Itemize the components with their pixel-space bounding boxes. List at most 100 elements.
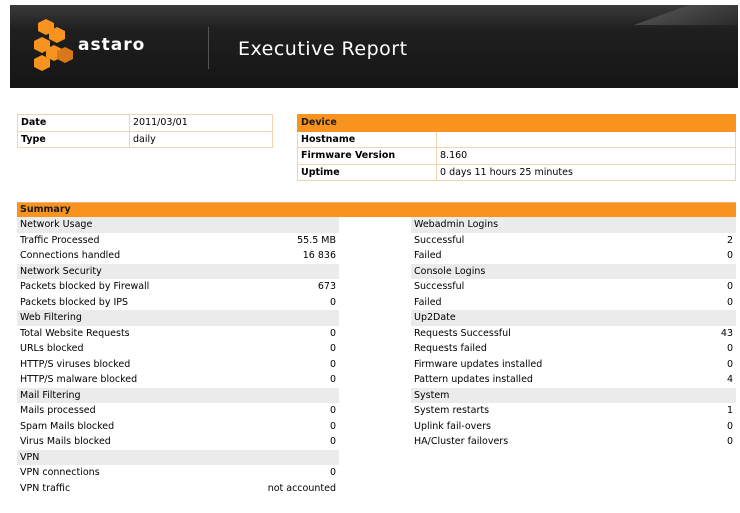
- summary-left-label: VPN connections: [20, 467, 100, 478]
- summary-left-label: Total Website Requests: [20, 327, 130, 339]
- device-label: Hostname: [297, 130, 437, 148]
- summary-heading: Summary: [17, 202, 736, 217]
- summary-row: Network Security Console Logins: [17, 263, 736, 280]
- summary-left-label: Packets blocked by Firewall: [20, 281, 150, 292]
- summary-row: Network Usage Webadmin Logins: [17, 217, 736, 233]
- summary-left-value: 0: [329, 343, 336, 354]
- summary-right-value: 0: [726, 281, 733, 292]
- device-value: 8.160: [436, 147, 736, 165]
- summary-table: Summary Network Usage Webadmin Logins Traf…: [17, 202, 736, 496]
- summary-right-label: [411, 465, 677, 481]
- summary-gap: [339, 248, 411, 264]
- summary-left-value: 0: [329, 358, 336, 370]
- summary-gap: [339, 372, 411, 388]
- summary-left-value: 0: [329, 296, 336, 308]
- summary-gap: [339, 233, 411, 249]
- summary-right-value: 0: [726, 420, 733, 432]
- device-row-hostname: Hostname: [297, 130, 736, 148]
- info-value: daily: [129, 131, 273, 148]
- summary-left-label: Mail Filtering: [17, 387, 223, 403]
- summary-left-value: [223, 217, 339, 233]
- summary-gap: [339, 357, 411, 373]
- summary-row: Mails processed 0 System restarts 1: [17, 403, 736, 419]
- summary-right-value: 0: [726, 296, 733, 308]
- summary-gap: [339, 217, 411, 233]
- page-title: Executive Report: [238, 38, 408, 60]
- summary-left-label: Mails processed: [20, 405, 96, 416]
- summary-right-value: 1: [726, 405, 733, 416]
- summary-right-label: Uplink fail-overs: [414, 420, 491, 432]
- summary-left-label: Web Filtering: [17, 310, 223, 326]
- summary-row: Packets blocked by Firewall 673 Successful…: [17, 279, 736, 295]
- summary-left-value: [223, 449, 339, 465]
- summary-left-value: 0: [329, 327, 336, 339]
- summary-right-label: [411, 481, 677, 497]
- summary-gap: [339, 481, 411, 497]
- summary-left-value: [223, 387, 339, 403]
- header-banner: astaro Executive Report: [10, 5, 738, 88]
- summary-row: VPN: [17, 449, 736, 466]
- summary-gap: [339, 264, 411, 280]
- brand-wordmark: astaro: [78, 35, 146, 55]
- summary-right-label: HA/Cluster failovers: [414, 436, 509, 447]
- summary-left-label: URLs blocked: [20, 343, 84, 354]
- summary-row: HTTP/S viruses blocked 0 Firmware updates …: [17, 357, 736, 373]
- device-header-row: Device: [297, 114, 736, 132]
- summary-right-value: [677, 310, 736, 326]
- info-label: Type: [17, 131, 130, 148]
- summary-left-label: Traffic Processed: [20, 234, 100, 246]
- summary-left-value: 16 836: [302, 250, 336, 261]
- summary-row: Virus Mails blocked 0 HA/Cluster failovers…: [17, 434, 736, 450]
- summary-gap: [339, 279, 411, 295]
- summary-gap: [339, 310, 411, 326]
- device-row-uptime: Uptime 0 days 11 hours 25 minutes: [297, 163, 736, 181]
- summary-left-value: 0: [329, 420, 336, 432]
- summary-right-label: Pattern updates installed: [414, 374, 533, 385]
- summary-row: Total Website Requests 0 Requests Successf…: [17, 326, 736, 342]
- summary-header-row: Summary: [17, 202, 736, 217]
- device-table: Device Hostname Firmware Version 8.160 U…: [297, 114, 736, 181]
- summary-right-value: [677, 465, 736, 481]
- summary-left-label: Virus Mails blocked: [20, 436, 111, 447]
- summary-left-value: 673: [317, 281, 336, 292]
- summary-right-value: 2: [726, 234, 733, 246]
- summary-row: VPN connections 0: [17, 465, 736, 481]
- summary-right-label: [411, 450, 677, 466]
- info-row-type: Type daily: [17, 131, 273, 148]
- summary-right-value: [677, 481, 736, 497]
- summary-right-value: [677, 263, 736, 279]
- summary-right-value: 0: [726, 250, 733, 261]
- summary-left-value: 0: [329, 467, 336, 478]
- summary-left-value: 0: [329, 374, 336, 385]
- summary-left-label: Network Security: [17, 263, 223, 279]
- summary-left-label: HTTP/S viruses blocked: [20, 358, 131, 370]
- summary-gap: [339, 326, 411, 342]
- summary-right-value: 0: [726, 358, 733, 370]
- report-info-table: Date 2011/03/01 Type daily: [17, 114, 273, 148]
- summary-left-value: [223, 310, 339, 326]
- summary-left-label: Packets blocked by IPS: [20, 296, 129, 308]
- summary-right-value: 0: [726, 343, 733, 354]
- summary-left-label: VPN: [17, 449, 223, 465]
- info-value: 2011/03/01: [129, 114, 273, 132]
- summary-gap: [339, 388, 411, 404]
- summary-row: URLs blocked 0 Requests failed 0: [17, 341, 736, 357]
- summary-right-value: 4: [726, 374, 733, 385]
- summary-row: VPN traffic not accounted: [17, 481, 736, 497]
- summary-gap: [339, 450, 411, 466]
- summary-left-label: HTTP/S malware blocked: [20, 374, 138, 385]
- summary-left-value: not accounted: [267, 482, 336, 494]
- summary-right-label: Firmware updates installed: [414, 358, 543, 370]
- summary-right-value: 43: [720, 327, 733, 339]
- summary-row: Traffic Processed 55.5 MB Successful 2: [17, 233, 736, 249]
- summary-right-label: Console Logins: [411, 263, 677, 279]
- summary-right-label: Up2Date: [411, 310, 677, 326]
- device-value: [436, 130, 736, 148]
- summary-right-value: [677, 450, 736, 466]
- summary-right-value: 0: [726, 436, 733, 447]
- summary-gap: [339, 465, 411, 481]
- device-row-firmware: Firmware Version 8.160: [297, 147, 736, 165]
- summary-right-label: Failed: [414, 250, 442, 261]
- summary-row: Spam Mails blocked 0 Uplink fail-overs 0: [17, 419, 736, 435]
- summary-right-label: System: [411, 387, 677, 403]
